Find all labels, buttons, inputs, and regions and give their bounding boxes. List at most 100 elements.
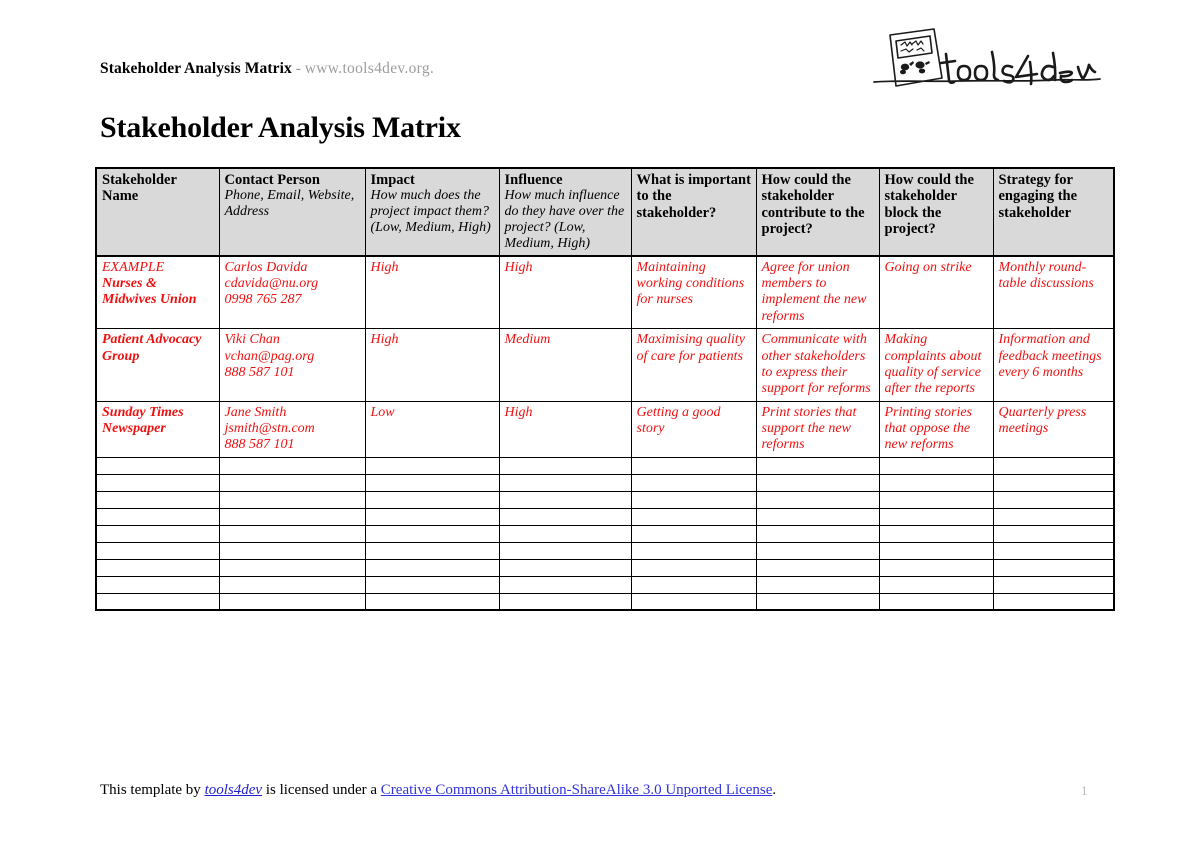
cell-strategy[interactable]: Information and feedback meetings every … bbox=[992, 328, 1115, 402]
column-header-main: Contact Person bbox=[224, 172, 320, 188]
blank-cell[interactable] bbox=[755, 592, 880, 612]
cell-block[interactable]: Going on strike bbox=[878, 255, 994, 330]
blank-cell[interactable] bbox=[755, 490, 880, 509]
blank-cell[interactable] bbox=[95, 524, 220, 543]
blank-cell[interactable] bbox=[992, 541, 1115, 560]
cell-impact[interactable]: High bbox=[364, 255, 500, 330]
blank-cell[interactable] bbox=[498, 456, 632, 475]
cell-important[interactable]: Getting a good story bbox=[630, 400, 757, 458]
cell-contribute[interactable]: Agree for union members to implement the… bbox=[755, 255, 880, 330]
blank-cell[interactable] bbox=[630, 490, 757, 509]
blank-cell[interactable] bbox=[498, 524, 632, 543]
blank-cell[interactable] bbox=[218, 473, 366, 492]
cell-stakeholder-name[interactable]: Sunday Times Newspaper bbox=[95, 400, 220, 458]
blank-cell[interactable] bbox=[755, 575, 880, 594]
blank-cell[interactable] bbox=[498, 490, 632, 509]
cell-influence[interactable]: High bbox=[498, 255, 632, 330]
blank-cell[interactable] bbox=[992, 524, 1115, 543]
cell-stakeholder-name[interactable]: EXAMPLE Nurses & Midwives Union bbox=[95, 255, 220, 330]
blank-cell[interactable] bbox=[218, 456, 366, 475]
blank-cell[interactable] bbox=[755, 456, 880, 475]
blank-cell[interactable] bbox=[630, 507, 757, 526]
cell-important[interactable]: Maintaining working conditions for nurse… bbox=[630, 255, 757, 330]
blank-cell[interactable] bbox=[364, 490, 500, 509]
tools4dev-link[interactable]: tools4dev bbox=[205, 782, 263, 798]
blank-cell[interactable] bbox=[630, 592, 757, 612]
blank-cell[interactable] bbox=[755, 507, 880, 526]
blank-cell[interactable] bbox=[95, 575, 220, 594]
blank-cell[interactable] bbox=[218, 490, 366, 509]
blank-cell[interactable] bbox=[364, 473, 500, 492]
blank-cell[interactable] bbox=[630, 575, 757, 594]
blank-cell[interactable] bbox=[878, 490, 994, 509]
blank-cell[interactable] bbox=[218, 524, 366, 543]
blank-cell[interactable] bbox=[755, 524, 880, 543]
cell-contribute[interactable]: Print stories that support the new refor… bbox=[755, 400, 880, 458]
blank-cell[interactable] bbox=[878, 456, 994, 475]
blank-cell[interactable] bbox=[218, 575, 366, 594]
blank-cell[interactable] bbox=[630, 541, 757, 560]
blank-cell[interactable] bbox=[992, 575, 1115, 594]
blank-cell[interactable] bbox=[95, 473, 220, 492]
blank-cell[interactable] bbox=[878, 592, 994, 612]
cell-contact-person[interactable]: Jane Smith jsmith@stn.com 888 587 101 bbox=[218, 400, 366, 458]
cell-important[interactable]: Maximising quality of care for patients bbox=[630, 328, 757, 402]
blank-cell[interactable] bbox=[630, 558, 757, 577]
blank-cell[interactable] bbox=[95, 558, 220, 577]
blank-cell[interactable] bbox=[218, 541, 366, 560]
blank-cell[interactable] bbox=[498, 592, 632, 612]
blank-cell[interactable] bbox=[364, 507, 500, 526]
cell-contact-person[interactable]: Carlos Davida cdavida@nu.org 0998 765 28… bbox=[218, 255, 366, 330]
blank-cell[interactable] bbox=[95, 490, 220, 509]
blank-cell[interactable] bbox=[364, 592, 500, 612]
cell-block[interactable]: Printing stories that oppose the new ref… bbox=[878, 400, 994, 458]
creative-commons-license-link[interactable]: Creative Commons Attribution-ShareAlike … bbox=[381, 782, 773, 798]
cell-impact[interactable]: High bbox=[364, 328, 500, 402]
cell-strategy[interactable]: Monthly round-table discussions bbox=[992, 255, 1115, 330]
blank-cell[interactable] bbox=[878, 558, 994, 577]
blank-cell[interactable] bbox=[498, 558, 632, 577]
blank-cell[interactable] bbox=[364, 524, 500, 543]
blank-cell[interactable] bbox=[992, 473, 1115, 492]
cell-influence[interactable]: Medium bbox=[498, 328, 632, 402]
blank-cell[interactable] bbox=[95, 592, 220, 612]
blank-cell[interactable] bbox=[755, 558, 880, 577]
blank-cell[interactable] bbox=[630, 524, 757, 543]
blank-cell[interactable] bbox=[95, 456, 220, 475]
blank-cell[interactable] bbox=[992, 592, 1115, 612]
blank-cell[interactable] bbox=[498, 473, 632, 492]
column-header-contribute: How could the stakeholder contribute to … bbox=[755, 167, 880, 257]
blank-cell[interactable] bbox=[498, 507, 632, 526]
blank-cell[interactable] bbox=[498, 541, 632, 560]
cell-impact[interactable]: Low bbox=[364, 400, 500, 458]
blank-cell[interactable] bbox=[364, 575, 500, 594]
blank-cell[interactable] bbox=[630, 473, 757, 492]
blank-cell[interactable] bbox=[364, 558, 500, 577]
blank-cell[interactable] bbox=[992, 490, 1115, 509]
blank-cell[interactable] bbox=[364, 456, 500, 475]
cell-contribute[interactable]: Communicate with other stakeholders to e… bbox=[755, 328, 880, 402]
blank-cell[interactable] bbox=[878, 524, 994, 543]
blank-cell[interactable] bbox=[755, 473, 880, 492]
blank-cell[interactable] bbox=[218, 558, 366, 577]
blank-cell[interactable] bbox=[498, 575, 632, 594]
blank-cell[interactable] bbox=[992, 456, 1115, 475]
cell-influence[interactable]: High bbox=[498, 400, 632, 458]
blank-cell[interactable] bbox=[878, 541, 994, 560]
blank-cell[interactable] bbox=[630, 456, 757, 475]
blank-cell[interactable] bbox=[755, 541, 880, 560]
cell-contact-person[interactable]: Viki Chan vchan@pag.org 888 587 101 bbox=[218, 328, 366, 402]
blank-cell[interactable] bbox=[95, 541, 220, 560]
blank-cell[interactable] bbox=[878, 575, 994, 594]
cell-stakeholder-name[interactable]: Patient Advocacy Group bbox=[95, 328, 220, 402]
blank-cell[interactable] bbox=[218, 592, 366, 612]
blank-cell[interactable] bbox=[878, 473, 994, 492]
cell-block[interactable]: Making complaints about quality of servi… bbox=[878, 328, 994, 402]
cell-strategy[interactable]: Quarterly press meetings bbox=[992, 400, 1115, 458]
blank-cell[interactable] bbox=[992, 558, 1115, 577]
blank-cell[interactable] bbox=[95, 507, 220, 526]
blank-cell[interactable] bbox=[364, 541, 500, 560]
blank-cell[interactable] bbox=[992, 507, 1115, 526]
blank-cell[interactable] bbox=[878, 507, 994, 526]
blank-cell[interactable] bbox=[218, 507, 366, 526]
